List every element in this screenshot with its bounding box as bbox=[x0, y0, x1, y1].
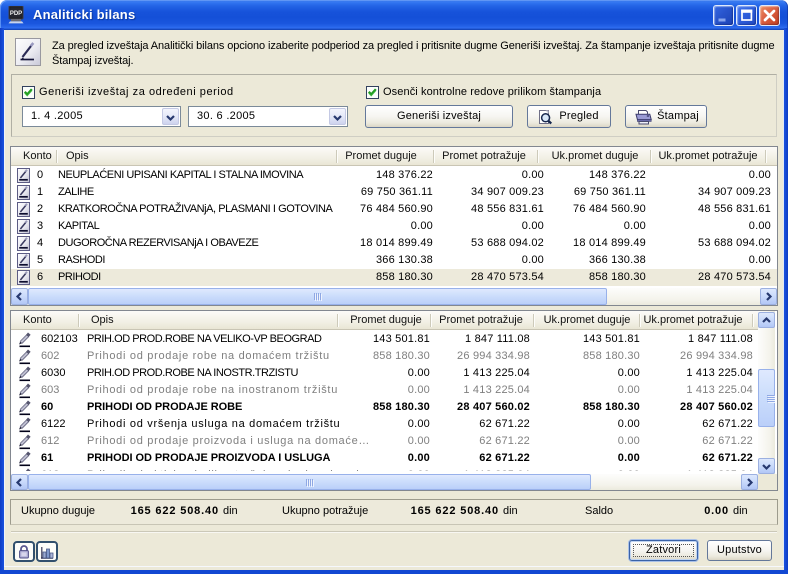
svg-text:PDP: PDP bbox=[10, 11, 22, 17]
